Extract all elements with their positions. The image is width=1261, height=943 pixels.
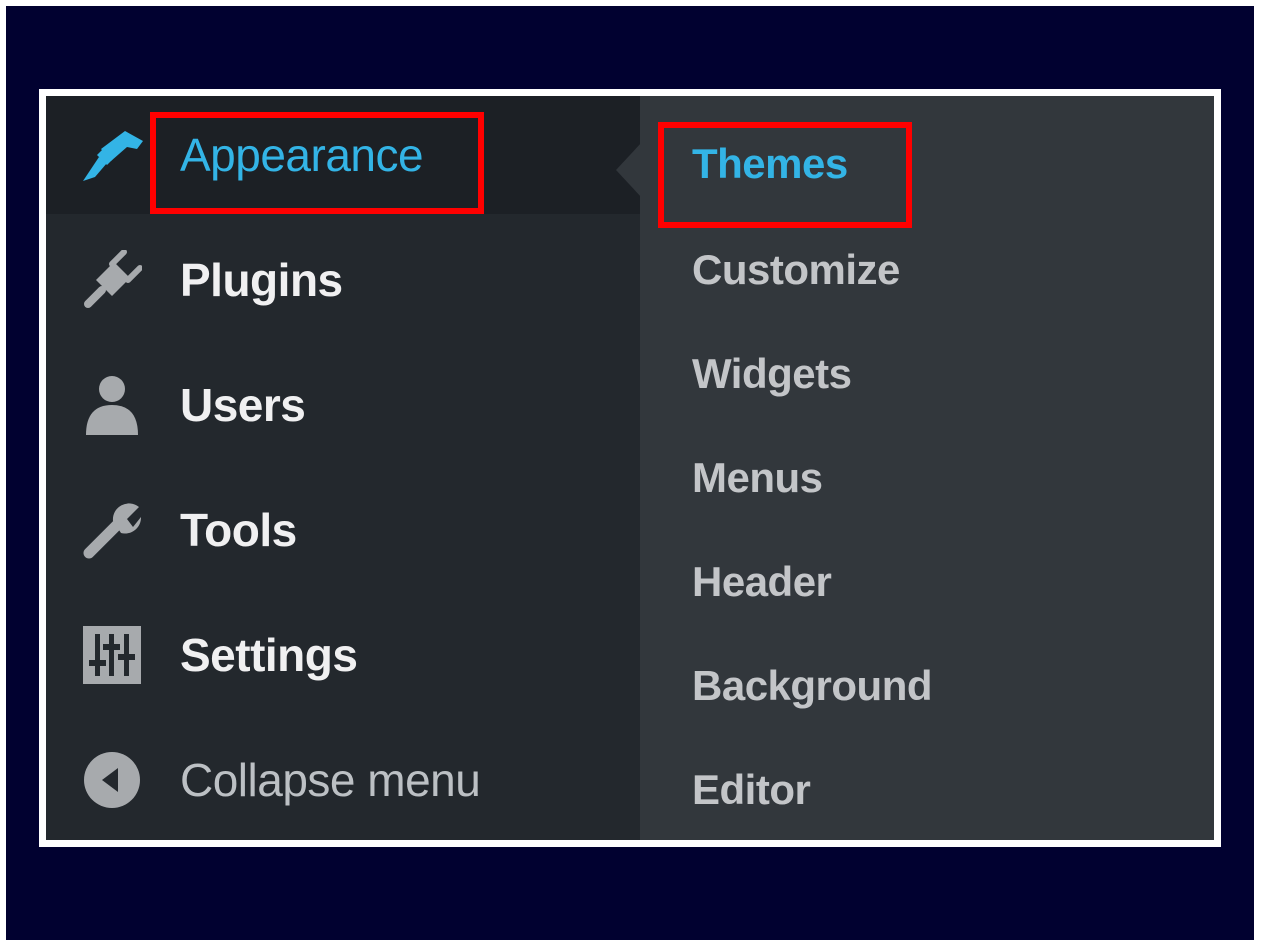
sidebar-item-label: Plugins	[180, 254, 343, 306]
collapse-menu-label: Collapse menu	[180, 754, 481, 806]
sidebar-item-users[interactable]: Users	[46, 346, 640, 464]
submenu-item-editor[interactable]: Editor	[692, 766, 811, 814]
collapse-menu-button[interactable]: Collapse menu	[46, 721, 640, 839]
submenu-item-menus[interactable]: Menus	[692, 454, 823, 502]
settings-sliders-icon	[76, 619, 148, 691]
sidebar-item-plugins[interactable]: Plugins	[46, 221, 640, 339]
sidebar-item-label: Settings	[180, 629, 358, 681]
sidebar-item-appearance[interactable]: Appearance	[46, 96, 640, 214]
users-icon	[76, 369, 148, 441]
paint-brush-icon	[76, 119, 148, 191]
submenu-item-themes[interactable]: Themes	[692, 140, 848, 188]
plug-icon	[76, 244, 148, 316]
sidebar-item-tools[interactable]: Tools	[46, 471, 640, 589]
sidebar-item-settings[interactable]: Settings	[46, 596, 640, 714]
sidebar-item-label: Appearance	[180, 129, 424, 181]
submenu-pointer	[616, 142, 642, 198]
admin-sidebar: Appearance Plugins Users Tools Settings …	[46, 96, 640, 840]
sidebar-item-label: Tools	[180, 504, 297, 556]
submenu-item-widgets[interactable]: Widgets	[692, 350, 852, 398]
appearance-submenu: Themes Customize Widgets Menus Header Ba…	[640, 96, 1214, 840]
submenu-item-header[interactable]: Header	[692, 558, 832, 606]
submenu-item-customize[interactable]: Customize	[692, 246, 900, 294]
admin-menu-panel: Appearance Plugins Users Tools Settings …	[46, 96, 1214, 840]
collapse-arrow-icon	[76, 744, 148, 816]
submenu-item-background[interactable]: Background	[692, 662, 933, 710]
sidebar-item-label: Users	[180, 379, 306, 431]
wrench-icon	[76, 494, 148, 566]
